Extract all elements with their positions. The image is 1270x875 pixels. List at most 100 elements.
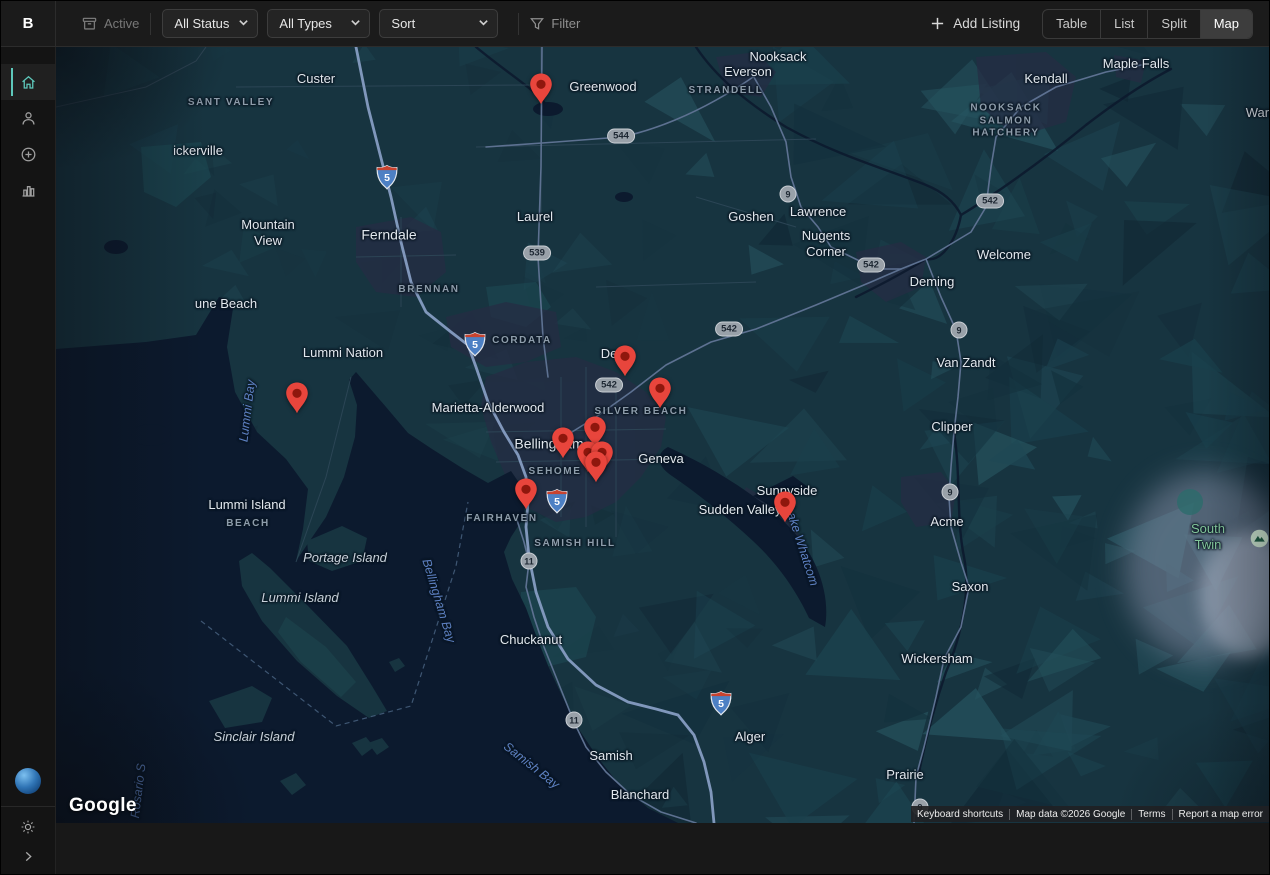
map-label: Ferndale [361,226,416,244]
route-shield: 542 [857,258,885,273]
plus-circle-icon [20,146,37,163]
map-label: une Beach [195,296,257,312]
home-icon [20,74,37,91]
map-canvas[interactable]: CusterGreenwoodNooksackEversonSTRANDELLM… [56,47,1269,823]
route-shield: 5 [463,331,487,357]
map-label: Van Zandt [936,355,995,371]
attribution-link[interactable]: Map data ©2026 Google [1009,809,1131,820]
map-label: Portage Island [303,550,387,566]
route-shield: 9 [780,186,797,203]
route-shield: 9 [951,322,968,339]
active-label: Active [104,16,139,31]
type-filter-select[interactable]: All Types [267,9,370,38]
map-pin[interactable] [284,381,310,415]
map-label: SAMISH HILL [534,538,616,551]
map-pin[interactable] [550,426,576,460]
attribution-link[interactable]: Keyboard shortcuts [911,809,1009,820]
route-shield: 544 [607,129,635,144]
map-label: Chuckanut [500,632,562,648]
view-switcher: Table List Split Map [1042,9,1253,39]
map-label: Welcome [977,247,1031,263]
google-logo[interactable]: Google [69,795,137,817]
route-shield: 542 [595,378,623,393]
brand-logo[interactable]: B [1,1,56,46]
route-shield: 11 [566,712,583,729]
sidebar-item-home[interactable] [1,64,55,100]
map-label: SILVER BEACH [595,406,688,419]
map-pin[interactable] [528,72,554,106]
map-label: Kendall [1024,71,1067,87]
map-label: Nugents Corner [802,228,850,261]
map-label: Custer [297,71,335,87]
map-label: Sinclair Island [214,729,295,745]
map-pin[interactable] [612,344,638,378]
map-label: Goshen [728,209,774,225]
map-label: BEACH [226,518,270,531]
view-table-button[interactable]: Table [1043,10,1100,38]
theme-toggle[interactable] [20,819,36,835]
add-listing-button[interactable]: Add Listing [930,16,1020,31]
view-list-button[interactable]: List [1100,10,1147,38]
sidebar-item-contacts[interactable] [1,100,55,136]
map-pin[interactable] [647,376,673,410]
view-map-button[interactable]: Map [1200,10,1252,38]
map-label: Mountain View [241,217,294,250]
route-shield: 11 [521,553,538,570]
map-pin[interactable] [583,450,609,484]
route-shield: 9 [942,484,959,501]
map-label: Marietta-Alderwood [432,400,545,416]
route-shield: 5 [709,690,733,716]
map-label: Everson [724,64,772,80]
chevron-right-icon [21,849,36,864]
map-label: Clipper [931,419,972,435]
map-label: Alger [735,729,765,745]
attribution-link[interactable]: Report a map error [1172,809,1269,820]
map-pin[interactable] [513,477,539,511]
map-label: Lummi Island [208,497,285,513]
map-label: Prairie [886,767,924,783]
map-label: CORDATA [492,335,552,348]
map-label: Greenwood [569,79,636,95]
sidebar-item-add[interactable] [1,136,55,172]
map-label: Laurel [517,209,553,225]
archive-icon [82,16,97,31]
route-shield: 542 [715,322,743,337]
filter-button[interactable]: Filter [530,16,580,31]
route-shield: 5 [545,488,569,514]
divider [150,13,151,35]
sidebar-item-analytics[interactable] [1,172,55,208]
map-label: Acme [930,514,963,530]
map-label: SANT VALLEY [188,97,274,110]
map-label: Maple Falls [1103,56,1169,72]
person-icon [20,110,37,127]
top-toolbar: B Active All Status All Types [1,1,1269,47]
map-label: Blanchard [611,787,670,803]
map-pin[interactable] [772,490,798,524]
attribution-link[interactable]: Terms [1131,809,1171,820]
mountain-icon [1250,529,1269,548]
sidebar-expand-button[interactable] [21,849,36,864]
map-label: Bellingham Bay [418,557,458,645]
sort-select[interactable]: Sort [379,9,498,38]
status-filter-select[interactable]: All Status [162,9,258,38]
active-filter-toggle[interactable]: Active [82,16,139,31]
map-label: South Twin [1177,521,1240,554]
map-label: Deming [910,274,955,290]
map-label: Samish Bay [500,739,562,792]
map-label: Lawrence [790,204,846,220]
map-label: STRANDELL [689,85,764,98]
add-listing-label: Add Listing [953,16,1020,31]
user-avatar[interactable] [15,768,41,794]
map-label: Saxon [952,579,989,595]
route-shield: 542 [976,194,1004,209]
plus-icon [930,16,945,31]
map-label: Sudden Valley [699,502,782,518]
map-attribution: Keyboard shortcutsMap data ©2026 GoogleT… [911,806,1269,822]
map-label: Wickersham [901,651,973,667]
view-split-button[interactable]: Split [1147,10,1199,38]
map-label: ickerville [173,143,223,159]
map-label: Lummi Nation [303,345,383,361]
map-label: Samish [589,748,632,764]
divider [518,13,519,35]
funnel-icon [530,17,544,31]
